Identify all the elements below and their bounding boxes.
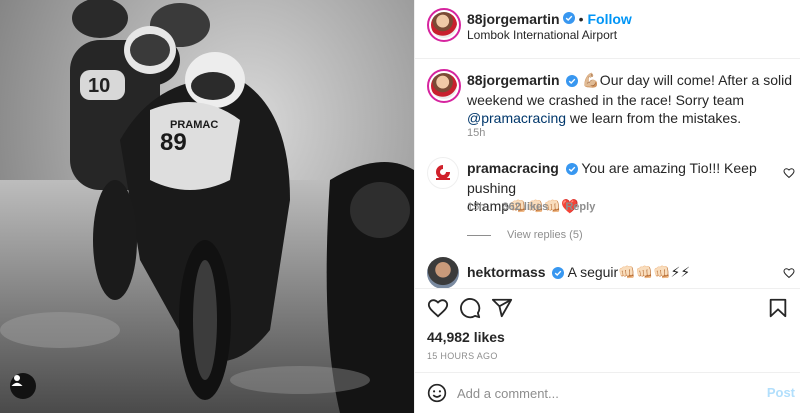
caption-timestamp[interactable]: 15h xyxy=(467,127,485,139)
verified-badge-icon xyxy=(562,11,575,27)
share-send-icon[interactable] xyxy=(491,297,513,319)
post-details-panel: 88jorgemartin • Follow Lombok Internatio… xyxy=(414,0,800,413)
verified-badge-icon xyxy=(552,265,565,283)
view-replies-label: View replies (5) xyxy=(507,229,583,241)
separator-dot: • xyxy=(578,11,584,27)
caption-author-username[interactable]: 88jorgemartin xyxy=(467,72,560,88)
reply-button[interactable]: Reply xyxy=(565,201,595,213)
pramac-logo-icon xyxy=(436,165,450,180)
like-comment-heart-icon[interactable] xyxy=(783,267,795,279)
post-time-ago[interactable]: 15 HOURS AGO xyxy=(427,351,498,361)
svg-text:89: 89 xyxy=(160,129,187,156)
caption-mention-link[interactable]: @pramacracing xyxy=(467,110,566,126)
comments-section: 88jorgemartin 💪🏼Our day will come! After… xyxy=(415,58,800,289)
tagged-users-button[interactable] xyxy=(10,373,36,399)
author-avatar-image xyxy=(431,12,457,38)
caption-text-block: 88jorgemartin 💪🏼Our day will come! After… xyxy=(467,71,793,127)
motorcycle-race-image: 10 89 PRAMAC xyxy=(0,0,414,413)
comment-timestamp[interactable]: 15h xyxy=(467,201,485,213)
replies-divider-line xyxy=(467,234,491,236)
post-comment-button[interactable]: Post xyxy=(767,385,795,400)
emoji-smiley-icon[interactable] xyxy=(427,383,447,403)
header-title-row: 88jorgemartin • Follow xyxy=(467,11,632,27)
commenter-avatar-pramacracing[interactable] xyxy=(427,157,459,189)
likes-count[interactable]: 44,982 likes xyxy=(427,329,505,345)
verified-badge-icon xyxy=(565,161,578,179)
comment-bubble-icon[interactable] xyxy=(459,297,481,319)
comment-username[interactable]: hektormass xyxy=(467,264,546,280)
like-comment-heart-icon[interactable] xyxy=(783,167,795,179)
post-actions: 44,982 likes 15 HOURS AGO xyxy=(415,288,800,368)
user-tag-icon xyxy=(11,375,23,386)
author-avatar[interactable] xyxy=(427,8,461,42)
comment-text: A seguir👊🏻👊🏻👊🏻⚡⚡ xyxy=(567,264,691,280)
caption-author-avatar[interactable] xyxy=(427,69,461,103)
author-username[interactable]: 88jorgemartin xyxy=(467,11,560,27)
post-header: 88jorgemartin • Follow Lombok Internatio… xyxy=(415,0,800,48)
caption-author-avatar-image xyxy=(431,73,457,99)
like-heart-icon[interactable] xyxy=(427,297,449,319)
comment-hektormass: hektormass A seguir👊🏻👊🏻👊🏻⚡⚡ xyxy=(467,263,767,283)
svg-text:PRAMAC: PRAMAC xyxy=(170,119,218,131)
comment-input[interactable] xyxy=(457,383,747,403)
verified-badge-icon xyxy=(566,73,579,91)
follow-button[interactable]: Follow xyxy=(588,11,632,27)
save-bookmark-icon[interactable] xyxy=(767,297,789,319)
comment-meta: 15h 362 likes Reply xyxy=(467,201,595,213)
comment-username[interactable]: pramacracing xyxy=(467,160,559,176)
add-comment-bar: Post xyxy=(415,372,800,413)
post-photo[interactable]: 10 89 PRAMAC xyxy=(0,0,414,413)
svg-text:10: 10 xyxy=(88,75,110,97)
caption-text-tail: we learn from the mistakes. xyxy=(569,110,742,126)
post-location[interactable]: Lombok International Airport xyxy=(467,28,617,42)
comment-likes[interactable]: 362 likes xyxy=(502,201,548,213)
commenter-avatar-hektormass[interactable] xyxy=(427,257,459,289)
view-replies-button[interactable]: View replies (5) xyxy=(467,229,583,241)
